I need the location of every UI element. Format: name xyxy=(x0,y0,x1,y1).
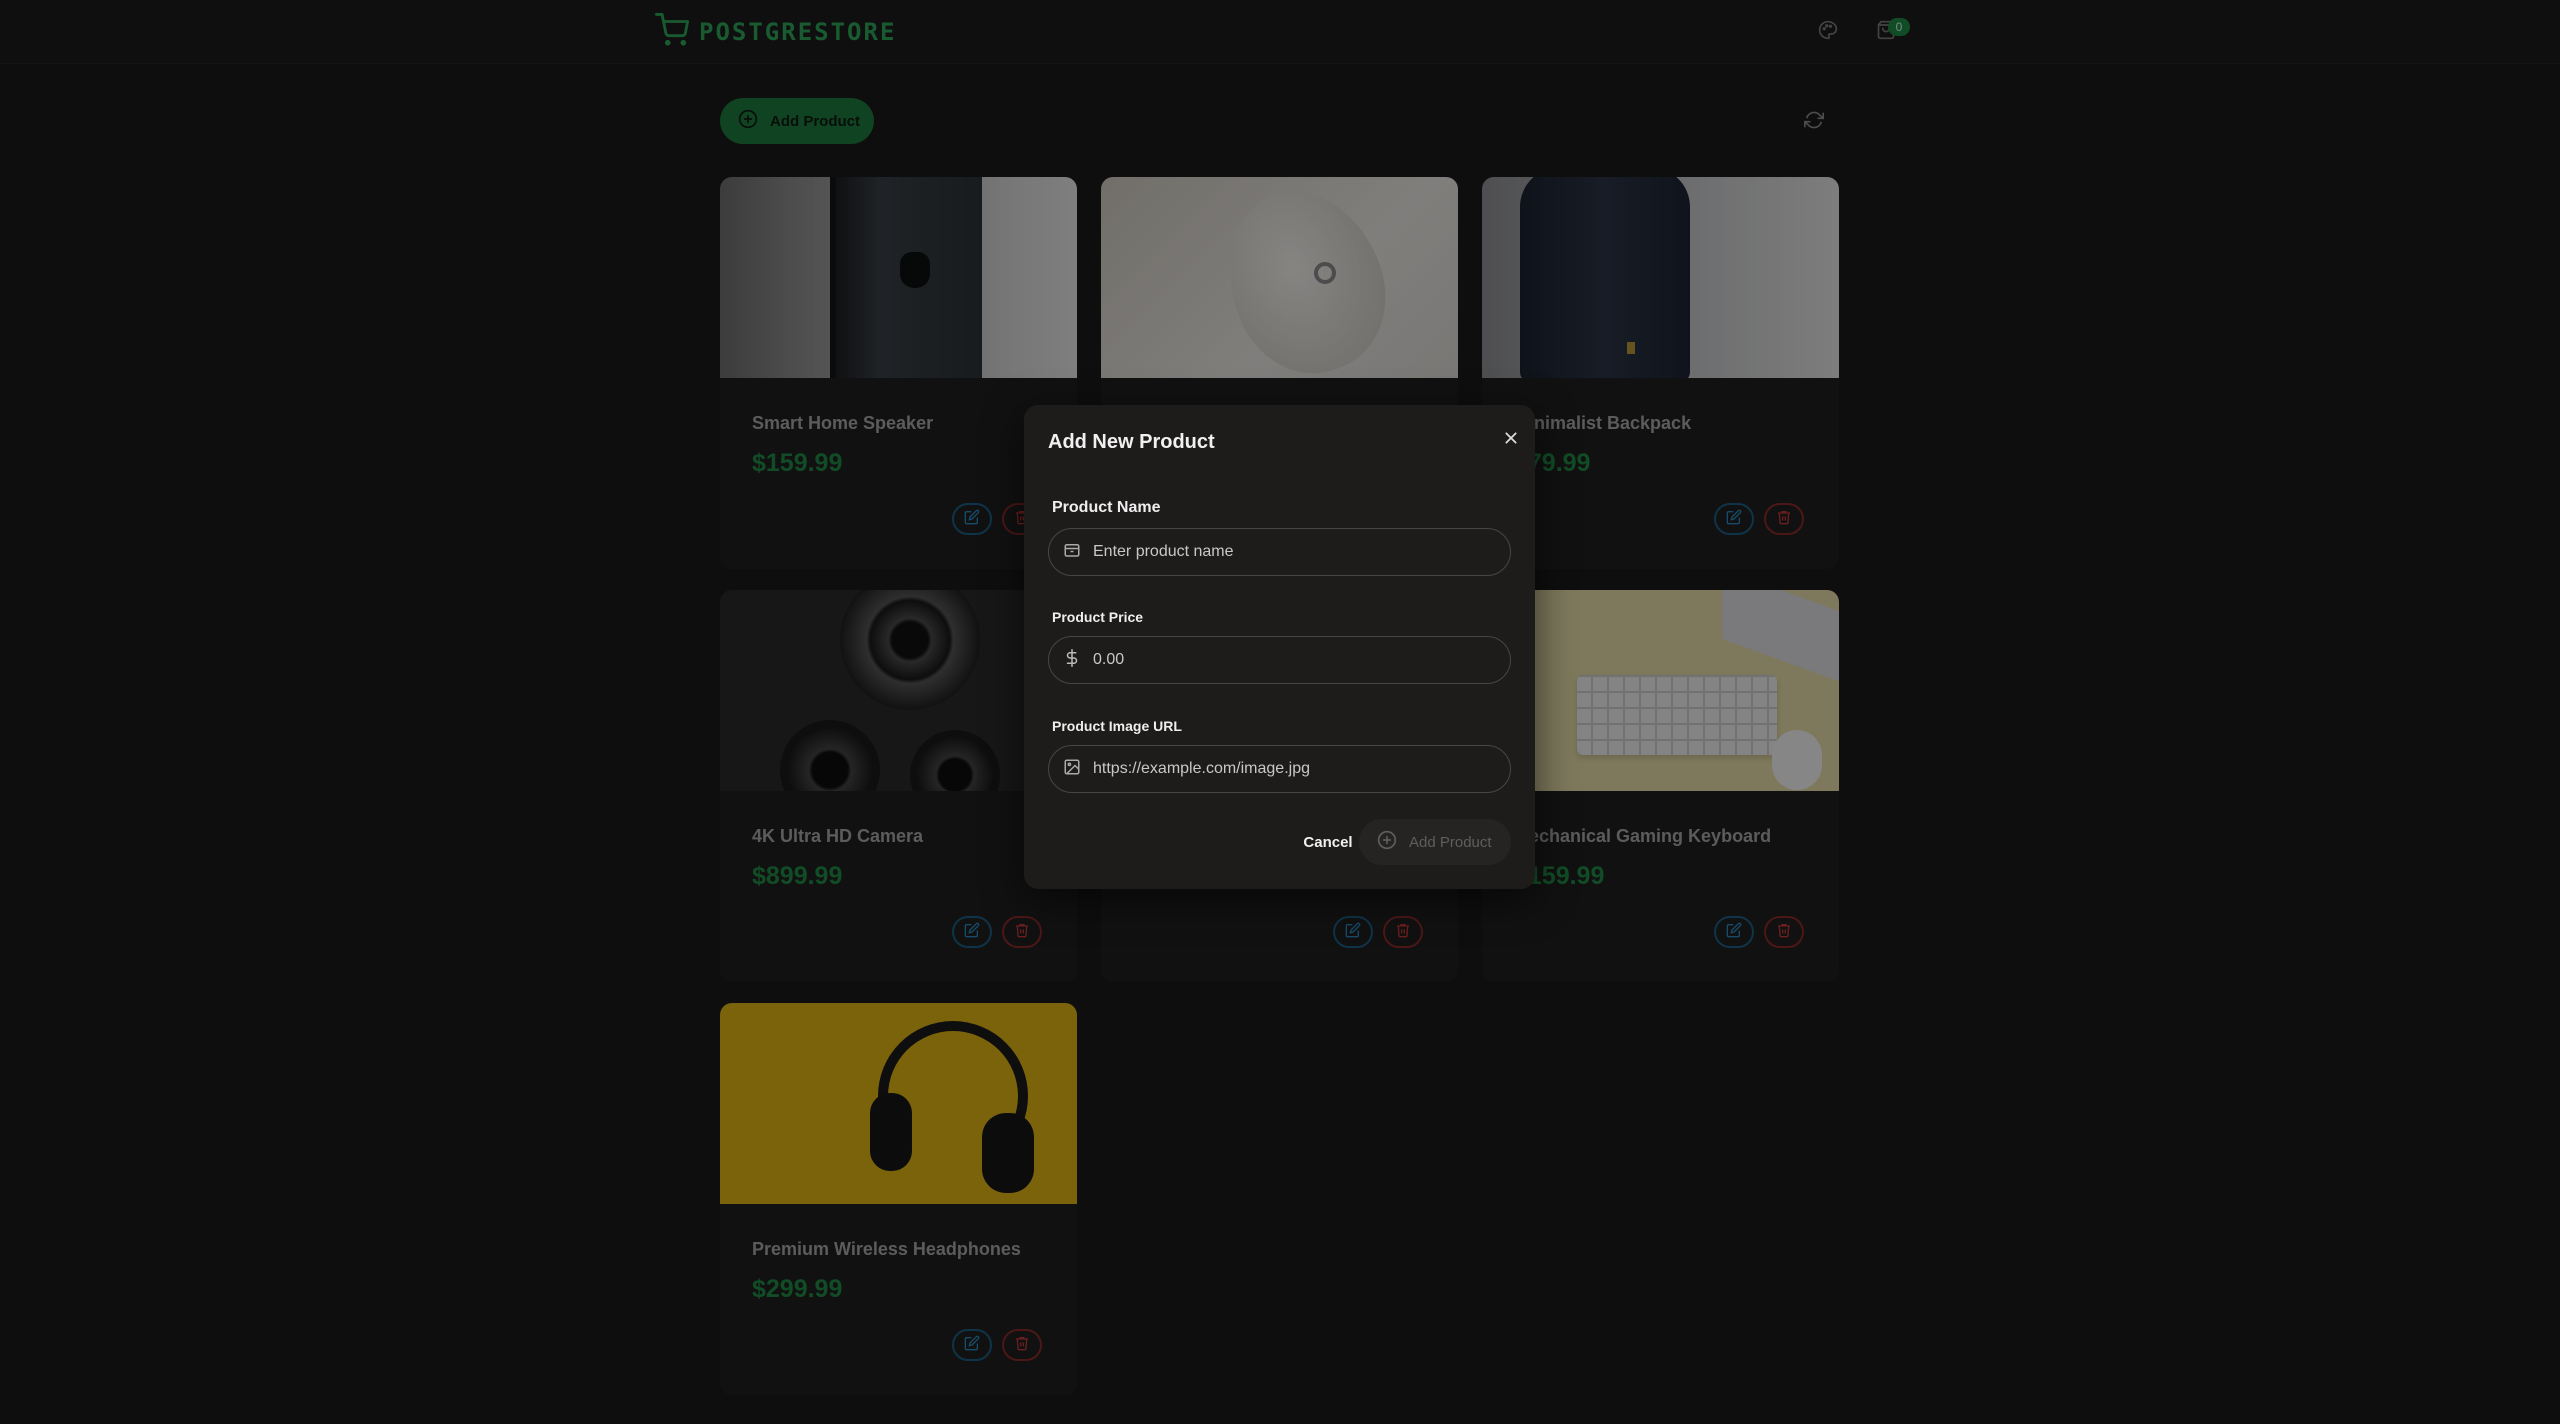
product-image-url-input[interactable] xyxy=(1093,760,1493,778)
add-product-submit-label: Add Product xyxy=(1409,833,1492,851)
package-icon xyxy=(1063,541,1081,564)
product-price-label: Product Price xyxy=(1052,609,1144,625)
close-button[interactable] xyxy=(1498,425,1524,451)
image-icon xyxy=(1063,758,1081,781)
plus-circle-icon xyxy=(1377,830,1397,854)
product-name-field[interactable] xyxy=(1048,528,1511,576)
product-image-url-label: Product Image URL xyxy=(1052,718,1182,734)
add-product-modal: Add New Product Product Name Product Pri… xyxy=(1024,405,1535,889)
add-product-submit-button[interactable]: Add Product xyxy=(1359,819,1511,865)
product-name-input[interactable] xyxy=(1093,543,1493,561)
product-image-url-field[interactable] xyxy=(1048,745,1511,793)
dollar-sign-icon xyxy=(1063,648,1081,672)
close-icon xyxy=(1504,427,1518,449)
product-name-label: Product Name xyxy=(1052,499,1161,516)
modal-title: Add New Product xyxy=(1048,431,1215,453)
product-price-input[interactable] xyxy=(1093,651,1493,669)
product-price-field[interactable] xyxy=(1048,636,1511,684)
